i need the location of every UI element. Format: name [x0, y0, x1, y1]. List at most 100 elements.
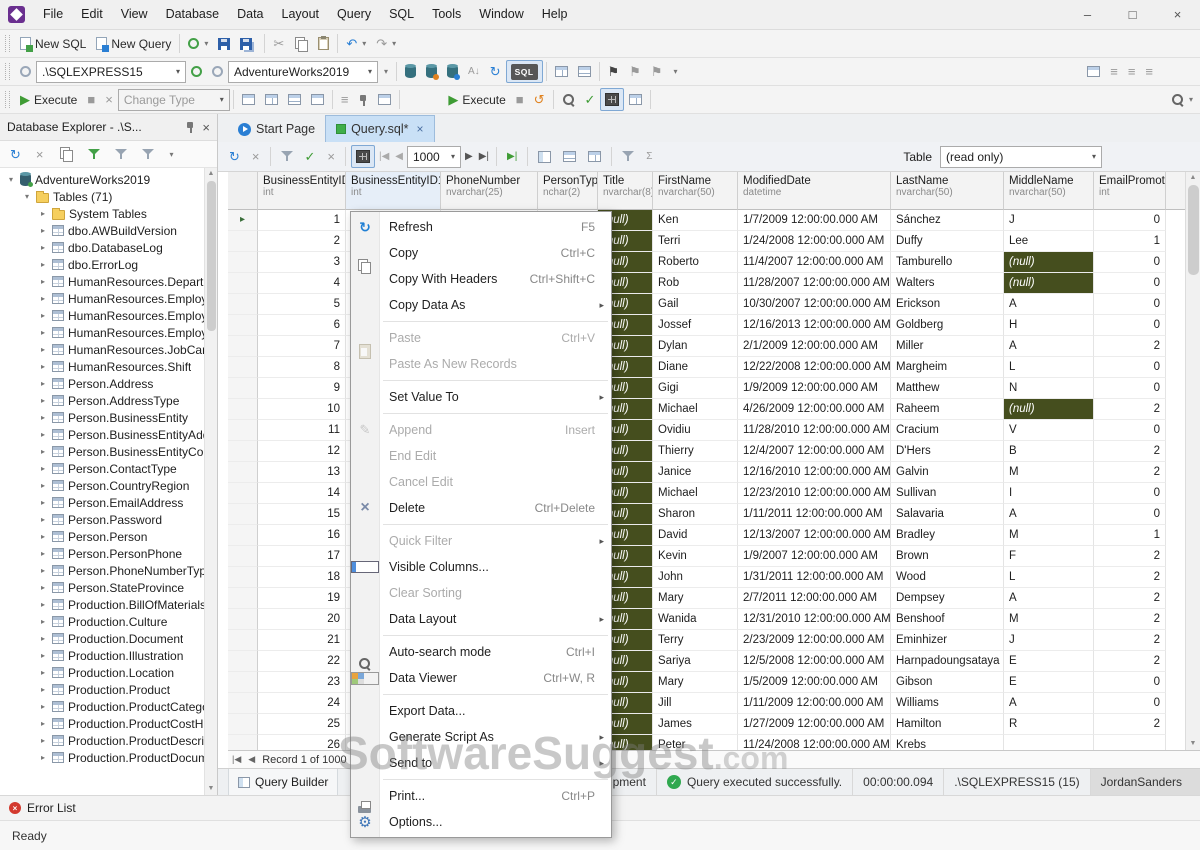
cell-first-name[interactable]: Mary: [653, 672, 738, 693]
chevron-right-icon[interactable]: ▸: [38, 226, 48, 235]
cell-middle-name[interactable]: A: [1004, 693, 1094, 714]
chevron-right-icon[interactable]: ▸: [38, 600, 48, 609]
cell-last-name[interactable]: Raheem: [891, 399, 1004, 420]
cell-last-name[interactable]: Goldberg: [891, 315, 1004, 336]
cell-modified-date[interactable]: 11/28/2010 12:00:00.000 AM: [738, 420, 891, 441]
cell-last-name[interactable]: Duffy: [891, 231, 1004, 252]
context-menu-item-cancel-edit[interactable]: Cancel Edit: [351, 469, 611, 495]
cell-business-entity-id[interactable]: 26: [258, 735, 346, 750]
row-header[interactable]: [228, 546, 258, 567]
cell-modified-date[interactable]: 12/23/2010 12:00:00.000 AM: [738, 483, 891, 504]
chevron-right-icon[interactable]: ▸: [38, 532, 48, 541]
row-header[interactable]: [228, 609, 258, 630]
tree-item-humanresources-employeepayhistory[interactable]: ▸ HumanResources.EmployeePayHistory: [0, 324, 205, 341]
tree-item-production-productcategory[interactable]: ▸ Production.ProductCategory: [0, 698, 205, 715]
cell-email-promotion[interactable]: 0: [1094, 294, 1166, 315]
cell-middle-name[interactable]: I: [1004, 483, 1094, 504]
cell-modified-date[interactable]: 2/1/2009 12:00:00.000 AM: [738, 336, 891, 357]
cell-middle-name[interactable]: H: [1004, 315, 1094, 336]
row-header[interactable]: [228, 357, 258, 378]
column-header-businessentityid1[interactable]: BusinessEntityID1 int: [346, 172, 441, 210]
menu-edit[interactable]: Edit: [72, 0, 112, 29]
tab-query-sql[interactable]: Query.sql* ×: [325, 115, 434, 142]
cell-last-name[interactable]: Eminhizer: [891, 630, 1004, 651]
filter-add-button[interactable]: [83, 143, 105, 166]
row-header[interactable]: [228, 441, 258, 462]
cell-modified-date[interactable]: 10/30/2007 12:00:00.000 AM: [738, 294, 891, 315]
context-menu-item-export-data[interactable]: Export Data...: [351, 698, 611, 724]
cell-modified-date[interactable]: 12/13/2007 12:00:00.000 AM: [738, 525, 891, 546]
maximize-icon[interactable]: □: [1110, 0, 1155, 29]
chevron-right-icon[interactable]: ▸: [38, 464, 48, 473]
tree-item-production-culture[interactable]: ▸ Production.Culture: [0, 613, 205, 630]
menu-view[interactable]: View: [112, 0, 157, 29]
menu-data[interactable]: Data: [228, 0, 272, 29]
cell-first-name[interactable]: Terry: [653, 630, 738, 651]
scroll-down-icon[interactable]: ▼: [208, 783, 215, 795]
chevron-right-icon[interactable]: ▸: [38, 634, 48, 643]
cell-business-entity-id[interactable]: 25: [258, 714, 346, 735]
pivot-view-button[interactable]: [624, 88, 647, 111]
cell-last-name[interactable]: Matthew: [891, 378, 1004, 399]
cell-last-name[interactable]: Salavaria: [891, 504, 1004, 525]
cell-middle-name[interactable]: V: [1004, 420, 1094, 441]
cell-business-entity-id[interactable]: 20: [258, 609, 346, 630]
cell-first-name[interactable]: Jill: [653, 693, 738, 714]
context-menu-item-append[interactable]: Append Insert: [351, 417, 611, 443]
results-view-button[interactable]: [600, 88, 624, 111]
tree-item-production-productdescription[interactable]: ▸ Production.ProductDescription: [0, 732, 205, 749]
tree-item-production-product[interactable]: ▸ Production.Product: [0, 681, 205, 698]
cell-modified-date[interactable]: 1/31/2011 12:00:00.000 AM: [738, 567, 891, 588]
toolbar-grip[interactable]: [5, 91, 10, 108]
cell-business-entity-id[interactable]: 17: [258, 546, 346, 567]
cell-middle-name[interactable]: Lee: [1004, 231, 1094, 252]
cell-business-entity-id[interactable]: 3: [258, 252, 346, 273]
scrollbar-thumb[interactable]: [1188, 185, 1199, 275]
row-header[interactable]: [228, 525, 258, 546]
cell-first-name[interactable]: Thierry: [653, 441, 738, 462]
cell-business-entity-id[interactable]: 12: [258, 441, 346, 462]
column-header-persontype[interactable]: PersonType nchar(2): [538, 172, 598, 210]
tree-item-person-businessentitycontact[interactable]: ▸ Person.BusinessEntityContact: [0, 443, 205, 460]
stop-button[interactable]: ■: [82, 88, 100, 111]
database-refresh-button[interactable]: [421, 60, 442, 83]
cell-last-name[interactable]: Galvin: [891, 462, 1004, 483]
cell-last-name[interactable]: Erickson: [891, 294, 1004, 315]
tree-item-humanresources-department[interactable]: ▸ HumanResources.Department: [0, 273, 205, 290]
cell-email-promotion[interactable]: 0: [1094, 378, 1166, 399]
cell-first-name[interactable]: Kevin: [653, 546, 738, 567]
tree-item-humanresources-jobcandidate[interactable]: ▸ HumanResources.JobCandidate: [0, 341, 205, 358]
context-menu-item-paste[interactable]: Paste Ctrl+V: [351, 325, 611, 351]
explorer-delete-button[interactable]: ×: [31, 143, 49, 166]
row-header[interactable]: [228, 252, 258, 273]
bookmark-dropdown-button[interactable]: ▾: [668, 60, 683, 83]
cell-middle-name[interactable]: (null): [1004, 252, 1094, 273]
tree-item-humanresources-employeedepartmenthistory[interactable]: ▸ HumanResources.EmployeeDepartmentHisto…: [0, 307, 205, 324]
cell-modified-date[interactable]: 12/16/2010 12:00:00.000 AM: [738, 462, 891, 483]
cell-first-name[interactable]: Roberto: [653, 252, 738, 273]
cell-modified-date[interactable]: 1/24/2008 12:00:00.000 AM: [738, 231, 891, 252]
cell-last-name[interactable]: D'Hers: [891, 441, 1004, 462]
chevron-expanded-icon[interactable]: ▾: [6, 175, 16, 184]
snippet-button[interactable]: [1082, 60, 1105, 83]
cell-modified-date[interactable]: 12/31/2010 12:00:00.000 AM: [738, 609, 891, 630]
tab-query-builder[interactable]: Query Builder: [228, 769, 338, 795]
row-header[interactable]: [228, 735, 258, 750]
context-menu-item-data-layout[interactable]: Data Layout ▸: [351, 606, 611, 632]
context-menu-item-options[interactable]: Options...: [351, 809, 611, 835]
tree-item-production-illustration[interactable]: ▸ Production.Illustration: [0, 647, 205, 664]
cell-email-promotion[interactable]: 2: [1094, 651, 1166, 672]
tree-scrollbar[interactable]: ▲ ▼: [204, 168, 217, 795]
chevron-right-icon[interactable]: ▸: [38, 549, 48, 558]
menu-database[interactable]: Database: [157, 0, 229, 29]
chevron-right-icon[interactable]: ▸: [38, 294, 48, 303]
cell-middle-name[interactable]: M: [1004, 525, 1094, 546]
execute-secondary-button[interactable]: ▶ Execute: [443, 88, 510, 111]
scroll-up-icon[interactable]: ▲: [1190, 172, 1197, 184]
results-pin-button[interactable]: [353, 88, 373, 111]
tree-item-person-businessentity[interactable]: ▸ Person.BusinessEntity: [0, 409, 205, 426]
column-header-phonenumber[interactable]: PhoneNumber nvarchar(25): [441, 172, 538, 210]
cell-first-name[interactable]: Gigi: [653, 378, 738, 399]
cell-first-name[interactable]: David: [653, 525, 738, 546]
cell-business-entity-id[interactable]: 19: [258, 588, 346, 609]
